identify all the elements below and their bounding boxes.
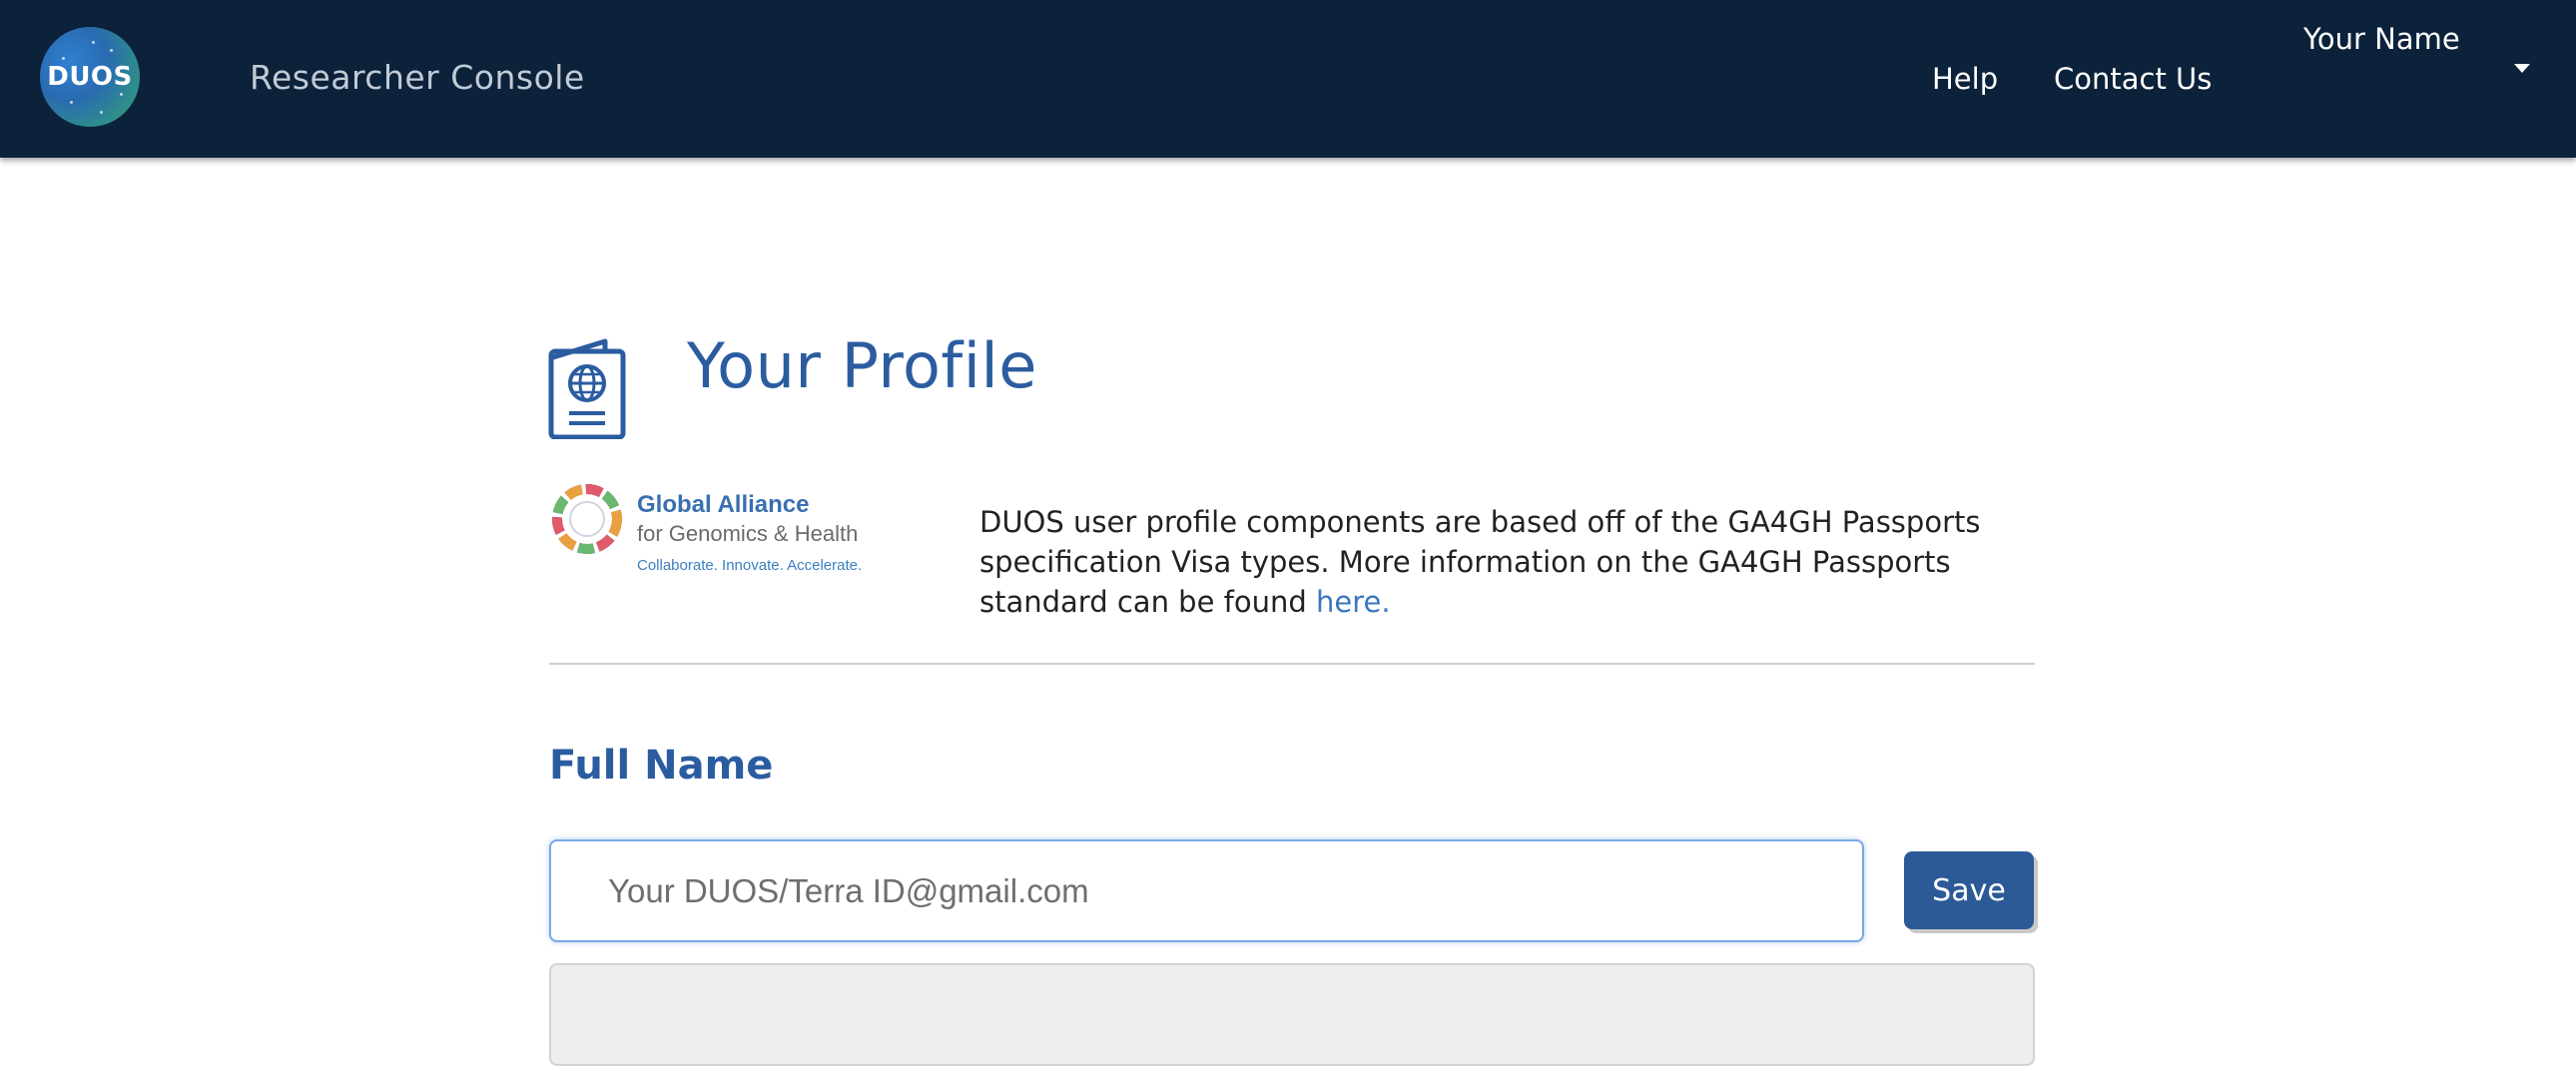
full-name-input[interactable]: [549, 839, 1864, 942]
top-navbar: DUOS Researcher Console Help Contact Us …: [0, 0, 2576, 158]
chevron-down-icon[interactable]: [2514, 64, 2530, 73]
ga4gh-name-line2: for Genomics & Health: [637, 521, 859, 546]
duos-logo[interactable]: DUOS: [40, 27, 140, 127]
nav-help-link[interactable]: Help: [1932, 62, 1998, 96]
ga4gh-info-link[interactable]: here.: [1316, 585, 1391, 619]
full-name-label: Full Name: [549, 743, 774, 789]
nav-contact-link[interactable]: Contact Us: [2054, 62, 2212, 96]
save-button[interactable]: Save: [1904, 851, 2034, 929]
passport-icon: [548, 338, 626, 439]
ga4gh-tagline: Collaborate. Innovate. Accelerate.: [637, 557, 863, 574]
user-menu-name[interactable]: Your Name: [2303, 22, 2460, 56]
section-divider: [549, 663, 2035, 665]
readonly-field: [549, 963, 2035, 1066]
logo-text: DUOS: [47, 62, 133, 92]
app-title: Researcher Console: [250, 58, 585, 97]
passport-info-text: DUOS user profile components are based o…: [979, 502, 1998, 622]
ga4gh-ring-icon: [552, 484, 622, 554]
page-title: Your Profile: [687, 329, 1037, 402]
info-text-body: DUOS user profile components are based o…: [979, 505, 1981, 619]
ga4gh-logo: Global Alliance for Genomics & Health Co…: [549, 481, 889, 577]
ga4gh-name-line1: Global Alliance: [637, 491, 810, 518]
